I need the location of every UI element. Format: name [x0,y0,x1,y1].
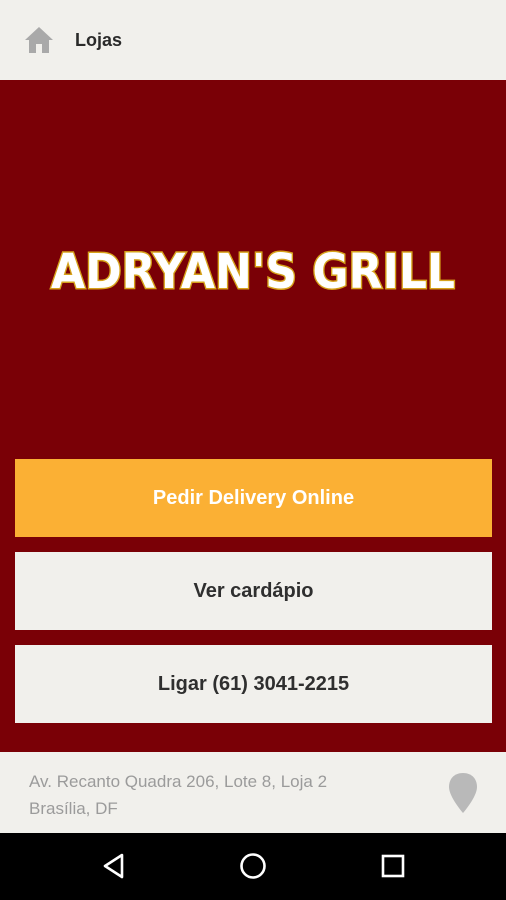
back-triangle-icon [103,853,124,879]
home-icon [25,27,53,53]
home-nav-button[interactable] [235,848,271,884]
recents-button[interactable] [375,848,411,884]
svg-text:ADRYAN'S GRILL: ADRYAN'S GRILL [51,244,455,300]
home-circle-icon [240,853,266,879]
store-address-panel: Av. Recanto Quadra 206, Lote 8, Loja 2 B… [0,752,506,833]
call-phone-button[interactable]: Ligar (61) 3041-2215 [15,645,492,723]
location-pin-icon[interactable] [447,771,479,815]
recents-square-icon [381,854,405,878]
back-button[interactable] [96,848,132,884]
store-address: Av. Recanto Quadra 206, Lote 8, Loja 2 B… [29,768,327,822]
view-menu-button[interactable]: Ver cardápio [15,552,492,630]
page-title: Lojas [75,29,123,50]
app-header: Lojas [0,0,506,80]
delivery-online-button[interactable]: Pedir Delivery Online [15,459,492,537]
home-button[interactable] [20,21,58,59]
system-navigation-bar [0,833,506,900]
brand-logo: ADRYAN'S GRILL [50,243,457,302]
address-line-city: Brasília, DF [29,799,118,818]
address-line-street: Av. Recanto Quadra 206, Lote 8, Loja 2 [29,772,328,791]
